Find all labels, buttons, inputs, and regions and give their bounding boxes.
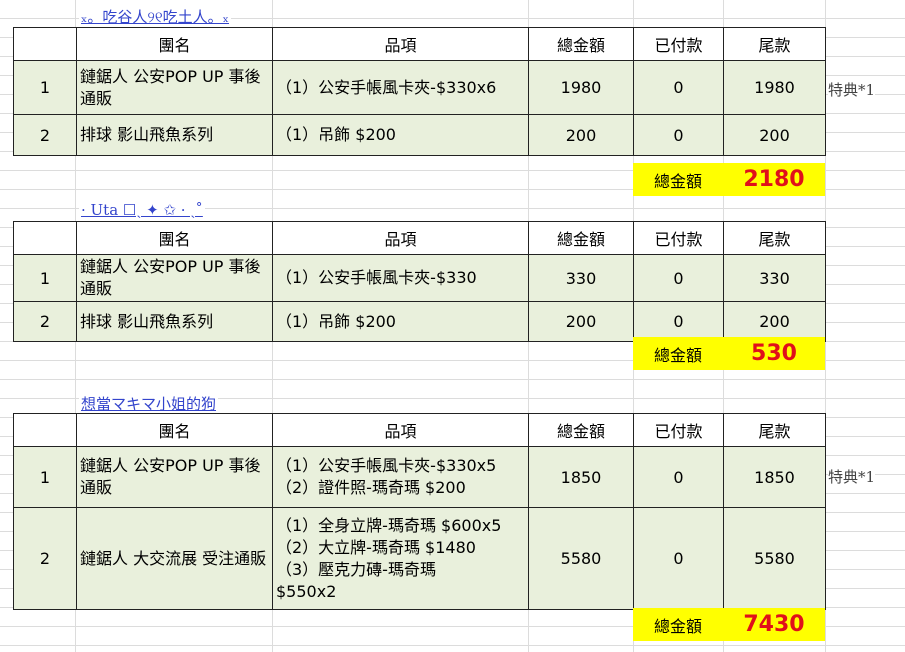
header-no (13, 221, 77, 255)
cell-balance[interactable]: 1980 (723, 60, 826, 115)
cell-total[interactable]: 200 (528, 114, 634, 156)
item-line: （3）壓克力磚-瑪奇瑪 (276, 559, 436, 579)
header-item[interactable]: 品項 (272, 413, 529, 447)
table-row: 2 排球 影山飛魚系列 （1）吊飾 $200 200 0 200 (13, 301, 826, 342)
header-balance[interactable]: 尾款 (723, 413, 826, 447)
bonus-note[interactable]: 特典*1 (828, 466, 876, 487)
table-row: 1 鏈鋸人 公安POP UP 事後通販 （1）公安手帳風卡夾-$330 330 … (13, 254, 826, 302)
header-total[interactable]: 總金額 (528, 413, 634, 447)
item-line: （2）證件照-瑪奇瑪 $200 (276, 478, 466, 497)
cell-group[interactable]: 鏈鋸人 公安POP UP 事後通販 (76, 446, 273, 508)
sum-label: 總金額 (653, 345, 702, 365)
header-balance[interactable]: 尾款 (723, 221, 826, 255)
cell-no[interactable]: 1 (13, 446, 77, 508)
cell-no[interactable]: 2 (13, 114, 77, 156)
cell-group[interactable]: 鏈鋸人 大交流展 受注通販 (76, 507, 273, 610)
sum-cell[interactable]: 總金額 2180 (633, 163, 825, 196)
table-header-row: 團名 品項 總金額 已付款 尾款 (13, 413, 826, 447)
header-balance[interactable]: 尾款 (723, 27, 826, 61)
header-group[interactable]: 團名 (76, 221, 273, 255)
cell-item[interactable]: （1）全身立牌-瑪奇瑪 $600x5 （2）大立牌-瑪奇瑪 $1480 （3）壓… (272, 507, 529, 610)
cell-balance[interactable]: 200 (723, 114, 826, 156)
cell-total[interactable]: 200 (528, 301, 634, 342)
table-row: 2 鏈鋸人 大交流展 受注通販 （1）全身立牌-瑪奇瑪 $600x5 （2）大立… (13, 507, 826, 610)
cell-paid[interactable]: 0 (633, 507, 724, 610)
bonus-note[interactable]: 特典*1 (828, 79, 876, 100)
sum-cell[interactable]: 總金額 7430 (633, 608, 825, 641)
cell-balance[interactable]: 330 (723, 254, 826, 302)
cell-total[interactable]: 330 (528, 254, 634, 302)
header-group[interactable]: 團名 (76, 413, 273, 447)
item-line: $550x2 (276, 581, 337, 601)
header-paid[interactable]: 已付款 (633, 221, 724, 255)
sum-label: 總金額 (653, 616, 702, 636)
order-table: 團名 品項 總金額 已付款 尾款 1 鏈鋸人 公安POP UP 事後通販 （1）… (13, 221, 826, 342)
cell-item[interactable]: （1）吊飾 $200 (272, 114, 529, 156)
order-table: 團名 品項 總金額 已付款 尾款 1 鏈鋸人 公安POP UP 事後通販 （1）… (13, 413, 826, 610)
table-header-row: 團名 品項 總金額 已付款 尾款 (13, 27, 826, 61)
header-no (13, 27, 77, 61)
cell-paid[interactable]: 0 (633, 301, 724, 342)
header-paid[interactable]: 已付款 (633, 413, 724, 447)
cell-total[interactable]: 5580 (528, 507, 634, 610)
sum-cell[interactable]: 總金額 530 (633, 337, 825, 370)
cell-paid[interactable]: 0 (633, 60, 724, 115)
cell-total[interactable]: 1980 (528, 60, 634, 115)
cell-total[interactable]: 1850 (528, 446, 634, 508)
header-item[interactable]: 品項 (272, 221, 529, 255)
item-line: （1）公安手帳風卡夾-$330x5 (276, 456, 497, 475)
buyer-link[interactable]: ₓ。吃谷人୨୧吃土人。ₓ (79, 6, 232, 27)
cell-paid[interactable]: 0 (633, 114, 724, 156)
cell-balance[interactable]: 1850 (723, 446, 826, 508)
cell-item[interactable]: （1）公安手帳風卡夾-$330x6 (272, 60, 529, 115)
table-row: 2 排球 影山飛魚系列 （1）吊飾 $200 200 0 200 (13, 114, 826, 156)
header-total[interactable]: 總金額 (528, 27, 634, 61)
cell-group[interactable]: 排球 影山飛魚系列 (76, 114, 273, 156)
table-header-row: 團名 品項 總金額 已付款 尾款 (13, 221, 826, 255)
header-group[interactable]: 團名 (76, 27, 273, 61)
cell-item[interactable]: （1）公安手帳風卡夾-$330 (272, 254, 529, 302)
cell-no[interactable]: 1 (13, 254, 77, 302)
cell-item[interactable]: （1）公安手帳風卡夾-$330x5 （2）證件照-瑪奇瑪 $200 (272, 446, 529, 508)
buyer-link[interactable]: · Uta ☐ˎ ✦ ✩ · ˎ˚ (79, 201, 205, 220)
cell-paid[interactable]: 0 (633, 446, 724, 508)
header-item[interactable]: 品項 (272, 27, 529, 61)
cell-item[interactable]: （1）吊飾 $200 (272, 301, 529, 342)
cell-balance[interactable]: 200 (723, 301, 826, 342)
sum-value: 530 (751, 341, 797, 366)
cell-group[interactable]: 鏈鋸人 公安POP UP 事後通販 (76, 254, 273, 302)
table-row: 1 鏈鋸人 公安POP UP 事後通販 （1）公安手帳風卡夾-$330x6 19… (13, 60, 826, 115)
item-line: （1）全身立牌-瑪奇瑪 $600x5 (276, 515, 502, 535)
order-table: 團名 品項 總金額 已付款 尾款 1 鏈鋸人 公安POP UP 事後通販 （1）… (13, 27, 826, 156)
header-total[interactable]: 總金額 (528, 221, 634, 255)
sum-value: 2180 (743, 167, 805, 192)
sum-label: 總金額 (653, 171, 702, 191)
buyer-link[interactable]: 想當マキマ小姐的狗 (79, 393, 219, 414)
cell-paid[interactable]: 0 (633, 254, 724, 302)
sum-value: 7430 (743, 612, 805, 637)
cell-group[interactable]: 鏈鋸人 公安POP UP 事後通販 (76, 60, 273, 115)
cell-no[interactable]: 2 (13, 507, 77, 610)
header-paid[interactable]: 已付款 (633, 27, 724, 61)
cell-group[interactable]: 排球 影山飛魚系列 (76, 301, 273, 342)
header-no (13, 413, 77, 447)
table-row: 1 鏈鋸人 公安POP UP 事後通販 （1）公安手帳風卡夾-$330x5 （2… (13, 446, 826, 508)
cell-balance[interactable]: 5580 (723, 507, 826, 610)
item-line: （2）大立牌-瑪奇瑪 $1480 (276, 537, 476, 557)
cell-no[interactable]: 2 (13, 301, 77, 342)
cell-no[interactable]: 1 (13, 60, 77, 115)
